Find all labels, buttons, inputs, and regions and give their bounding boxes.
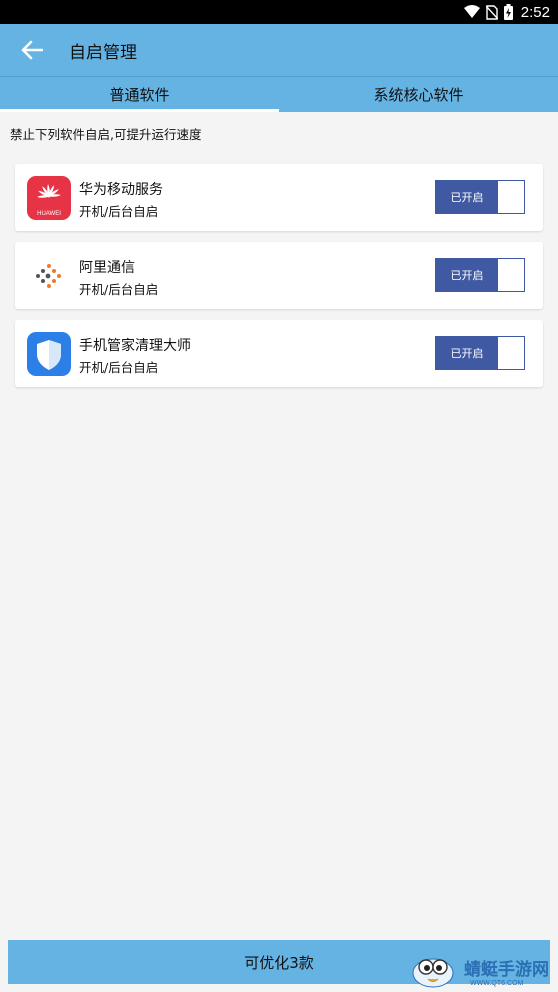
ali-telecom-icon (27, 254, 71, 298)
no-sim-icon (485, 4, 498, 20)
status-icons: 2:52 (463, 0, 550, 24)
watermark: 蜻蜓手游网 WWW.QT6.COM (408, 950, 556, 990)
status-bar: 2:52 (0, 0, 558, 24)
status-time: 2:52 (520, 3, 550, 21)
tab-normal-software[interactable]: 普通软件 (0, 77, 279, 112)
svg-text:HUAWEI: HUAWEI (37, 211, 61, 217)
back-button[interactable] (14, 34, 50, 66)
app-name: 阿里通信 (79, 260, 135, 276)
tab-bar: 普通软件 系统核心软件 (0, 76, 558, 112)
app-name: 华为移动服务 (79, 182, 163, 198)
watermark-text: 蜻蜓手游网 (464, 960, 549, 980)
battery-charging-icon (503, 4, 513, 20)
toggle-label: 已开启 (436, 259, 498, 291)
autostart-toggle[interactable]: 已开启 (435, 180, 525, 214)
app-bar: 自启管理 (0, 24, 558, 76)
autostart-toggle[interactable]: 已开启 (435, 336, 525, 370)
tab-system-core-software[interactable]: 系统核心软件 (279, 77, 558, 112)
app-card: HUAWEI 华为移动服务 开机/后台自启 已开启 (15, 164, 543, 231)
app-card: 手机管家清理大师 开机/后台自启 已开启 (15, 320, 543, 387)
autostart-toggle[interactable]: 已开启 (435, 258, 525, 292)
dragonfly-mascot-icon (412, 958, 454, 988)
app-card: 阿里通信 开机/后台自启 已开启 (15, 242, 543, 309)
wifi-icon (463, 5, 480, 18)
huawei-logo-icon: HUAWEI (27, 176, 71, 220)
app-name: 手机管家清理大师 (79, 338, 191, 354)
app-subtitle: 开机/后台自启 (79, 360, 159, 375)
shield-icon (27, 332, 71, 376)
app-subtitle: 开机/后台自启 (79, 204, 159, 219)
watermark-url: WWW.QT6.COM (470, 980, 524, 987)
toggle-label: 已开启 (436, 181, 498, 213)
page-title: 自启管理 (69, 43, 137, 63)
hint-text: 禁止下列软件自启,可提升运行速度 (10, 127, 202, 142)
app-subtitle: 开机/后台自启 (79, 282, 159, 297)
toggle-label: 已开启 (436, 337, 498, 369)
arrow-left-icon (21, 40, 43, 60)
